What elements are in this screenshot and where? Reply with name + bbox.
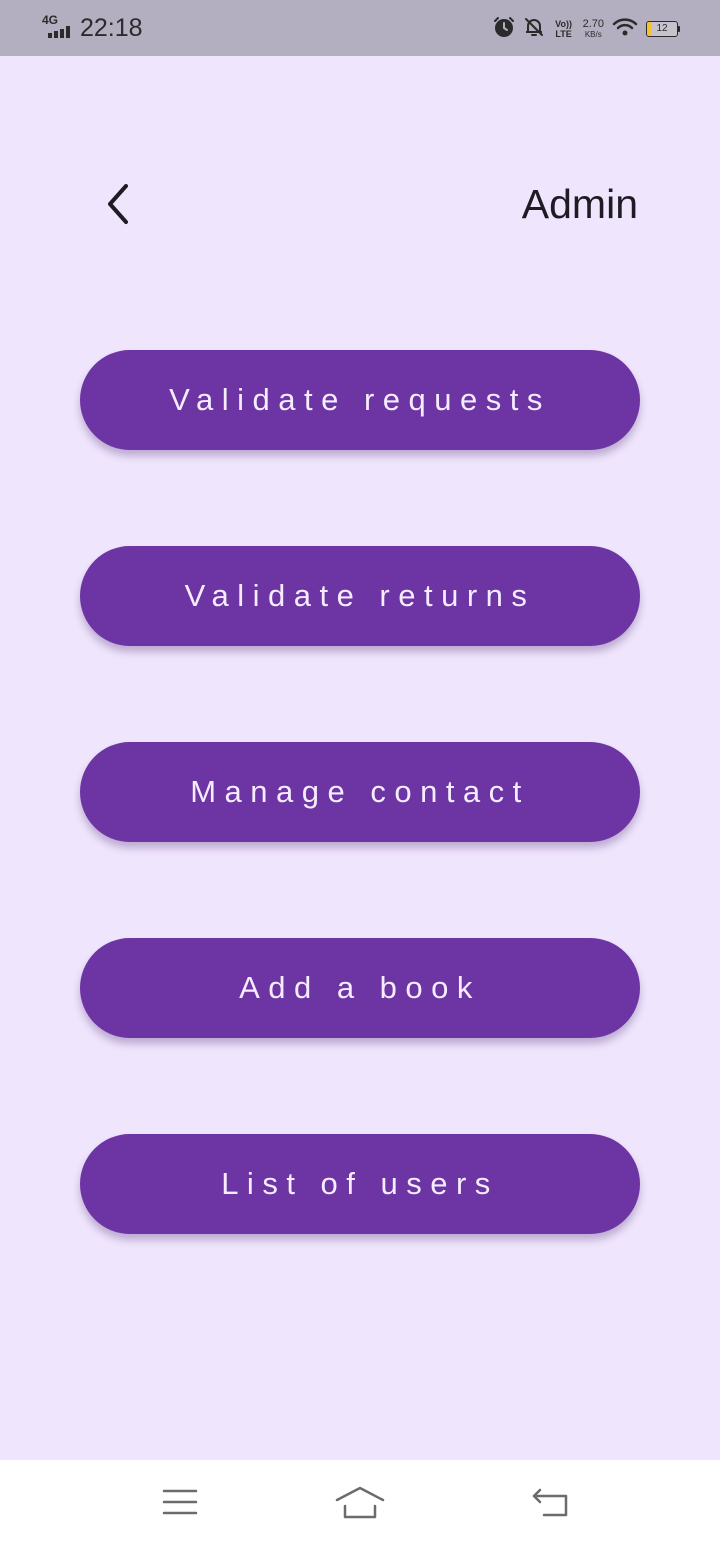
speed-unit: KB/s [584, 30, 602, 39]
list-of-users-button[interactable]: List of users [80, 1134, 640, 1234]
network-type: 4G [42, 13, 59, 27]
status-bar: 4G 22:18 Vo)) LTE 2.70 KB/s 12 [0, 0, 720, 56]
battery-level: 12 [656, 23, 668, 34]
home-icon [335, 1486, 385, 1519]
status-icons: Vo)) LTE 2.70 KB/s 12 [493, 14, 680, 44]
nav-menu-button[interactable] [152, 1480, 208, 1524]
volte-indicator: Vo)) LTE [555, 19, 572, 39]
nav-back-button[interactable] [522, 1480, 578, 1524]
menu-icon [162, 1489, 198, 1515]
add-book-button[interactable]: Add a book [80, 938, 640, 1038]
page-title: Admin [521, 181, 638, 227]
back-icon [532, 1488, 568, 1517]
navigation-bar [0, 1460, 720, 1544]
bell-off-icon [523, 16, 545, 43]
nav-home-button[interactable] [332, 1480, 388, 1524]
validate-requests-button[interactable]: Validate requests [80, 350, 640, 450]
manage-contact-button[interactable]: Manage contact [80, 742, 640, 842]
validate-returns-button[interactable]: Validate returns [80, 546, 640, 646]
network-speed: 2.70 KB/s [582, 18, 604, 40]
status-time: 22:18 [80, 14, 143, 42]
battery-icon: 12 [646, 21, 680, 37]
speed-value: 2.70 [582, 18, 604, 30]
wifi-icon [612, 17, 638, 42]
signal-icon: 4G [42, 14, 74, 40]
back-button[interactable] [96, 180, 140, 228]
alarm-icon [493, 16, 515, 43]
back-arrow-icon [108, 184, 128, 224]
